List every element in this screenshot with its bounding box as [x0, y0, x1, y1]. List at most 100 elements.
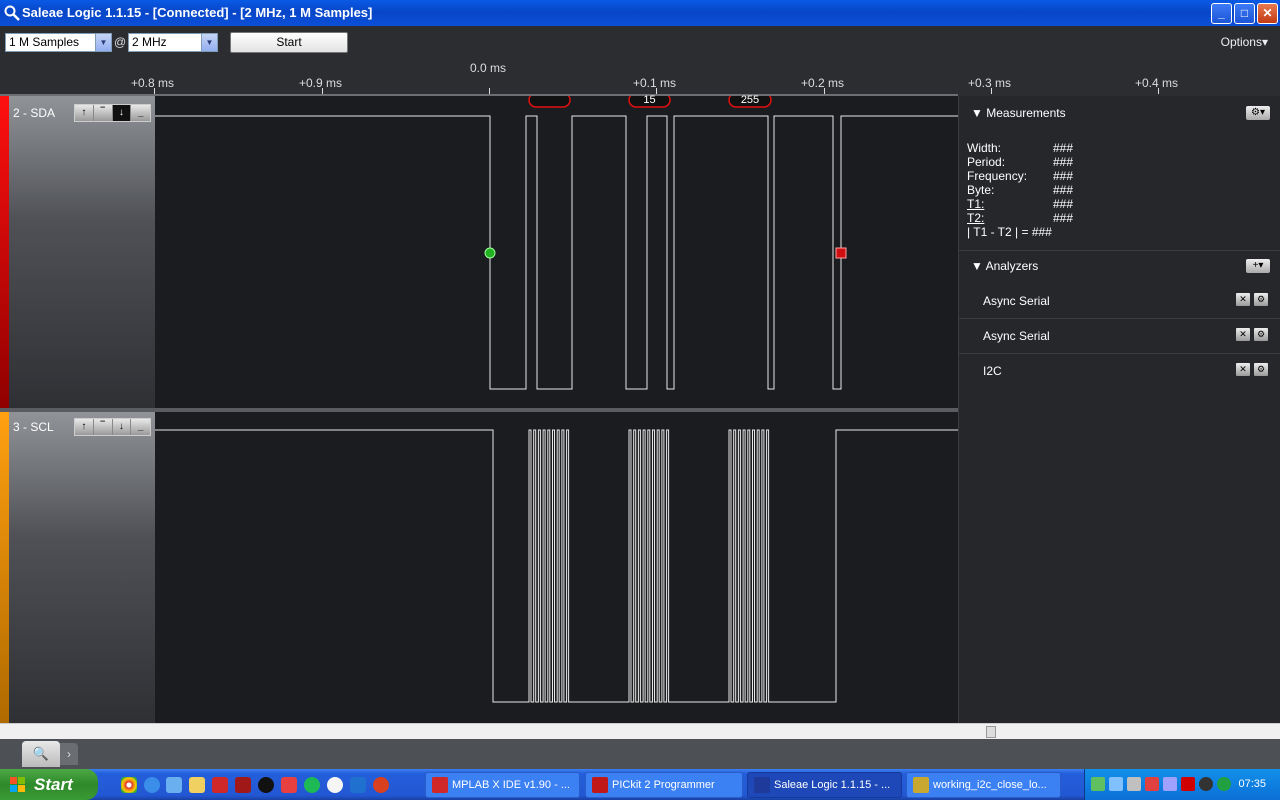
- timing-marker-t2-link[interactable]: T2:: [967, 211, 984, 225]
- app-icon[interactable]: [281, 777, 297, 793]
- measurement-label: Frequency:: [967, 169, 1028, 183]
- tray-icon[interactable]: [1217, 777, 1231, 791]
- minimize-button[interactable]: _: [1211, 3, 1232, 24]
- taskbar-item-label: Saleae Logic 1.1.15 - ...: [774, 779, 891, 791]
- mplab-icon[interactable]: [212, 777, 228, 793]
- rate-select[interactable]: 2 MHz ▼: [128, 33, 218, 52]
- chevron-down-icon: ▼: [95, 34, 111, 51]
- measurement-value: ###: [1053, 169, 1074, 183]
- channel-scl-header[interactable]: 3 - SCL ↑ ‾ ↓ _: [0, 412, 155, 723]
- analyzer-name: I2C: [983, 364, 1002, 378]
- scl-trace: [155, 429, 958, 703]
- measurements-gear-icon[interactable]: ⚙▾: [1246, 106, 1270, 120]
- taskbar-item-label: PICkit 2 Programmer: [612, 779, 715, 791]
- font-app-icon[interactable]: [350, 777, 366, 793]
- analyzer-item[interactable]: I2C ✕ ⚙: [959, 354, 1280, 389]
- saleae-icon[interactable]: [258, 777, 274, 793]
- measurement-row: Frequency: ###: [967, 169, 1073, 183]
- analyzer-item[interactable]: Async Serial ✕ ⚙: [959, 319, 1280, 354]
- start-button[interactable]: Start: [230, 32, 348, 53]
- rising-edge-trigger-icon[interactable]: ↑: [75, 419, 94, 435]
- trigger-buttons: ↑ ‾ ↓ _: [74, 104, 151, 122]
- tray-icon[interactable]: [1109, 777, 1123, 791]
- low-level-trigger-icon[interactable]: _: [131, 105, 150, 121]
- taskbar-item[interactable]: MPLAB X IDE v1.90 - ...: [425, 772, 580, 798]
- tray-icon[interactable]: [1091, 777, 1105, 791]
- samples-select-value: 1 M Samples: [9, 35, 80, 49]
- more-tabs-chevron-icon[interactable]: ›: [60, 743, 78, 765]
- start-button[interactable]: Start: [0, 769, 98, 800]
- network-icon[interactable]: [1127, 777, 1141, 791]
- mplab-icon: [432, 777, 448, 793]
- channel-sda-label: 2 - SDA: [13, 106, 56, 120]
- search-icon: 🔍: [32, 746, 50, 761]
- measurement-row: T2: ###: [967, 211, 1073, 225]
- chrome-icon[interactable]: [121, 777, 137, 793]
- analyzer-settings-gear-icon[interactable]: ⚙: [1254, 328, 1268, 341]
- scrollbar-thumb[interactable]: [986, 726, 996, 738]
- maximize-button[interactable]: □: [1234, 3, 1255, 24]
- taskbar-item[interactable]: Saleae Logic 1.1.15 - ...: [747, 772, 902, 798]
- analyzer-item[interactable]: Async Serial ✕ ⚙: [959, 284, 1280, 319]
- taskbar-item[interactable]: working_i2c_close_lo...: [906, 772, 1061, 798]
- toolbar: 1 M Samples ▼ @ 2 MHz ▼ Start Options▾ +…: [0, 26, 1280, 96]
- analyzers-header[interactable]: ▼ Analyzers: [971, 259, 1038, 273]
- options-menu[interactable]: Options▾: [1221, 35, 1268, 49]
- horizontal-scrollbar[interactable]: [0, 723, 1280, 739]
- falling-edge-trigger-icon[interactable]: ↓: [112, 105, 132, 121]
- ruler-tick: +0.8 ms: [131, 76, 175, 90]
- start-label: Start: [34, 775, 73, 794]
- remove-analyzer-icon[interactable]: ✕: [1236, 363, 1250, 376]
- analyzer-settings-gear-icon[interactable]: ⚙: [1254, 363, 1268, 376]
- taskbar: Start MPLAB X IDE v1.90 - ... PICkit 2 P…: [0, 769, 1280, 800]
- volume-icon[interactable]: [1163, 777, 1177, 791]
- saleae-magnifier-icon: [4, 5, 20, 21]
- channel-sda-header[interactable]: 2 - SDA ↑ ‾ ↓ _: [0, 96, 155, 408]
- remove-analyzer-icon[interactable]: ✕: [1236, 293, 1250, 306]
- high-level-trigger-icon[interactable]: ‾: [93, 419, 113, 435]
- channel-scl-plot[interactable]: [155, 412, 958, 723]
- measurement-value: ###: [1053, 197, 1074, 211]
- sda-waveform: [155, 92, 958, 390]
- scl-waveform: [155, 429, 958, 703]
- title-bar: Saleae Logic 1.1.15 - [Connected] - [2 M…: [0, 0, 1280, 26]
- taskbar-item[interactable]: PICkit 2 Programmer: [585, 772, 743, 798]
- channel-color-strip: [0, 96, 9, 408]
- windows-explorer-icon[interactable]: [166, 777, 182, 793]
- pickit-icon[interactable]: [235, 777, 251, 793]
- falling-edge-trigger-icon[interactable]: ↓: [112, 419, 132, 435]
- app-icon[interactable]: [373, 777, 389, 793]
- low-level-trigger-icon[interactable]: _: [131, 419, 150, 435]
- pickit-icon: [592, 777, 608, 793]
- analyzer-settings-gear-icon[interactable]: ⚙: [1254, 293, 1268, 306]
- measurement-row: | T1 - T2 | = ###: [967, 225, 1052, 239]
- rising-edge-trigger-icon[interactable]: ↑: [75, 105, 94, 121]
- decode-bubble[interactable]: 255: [729, 94, 771, 106]
- measurement-value: ###: [1053, 211, 1074, 225]
- trigger-buttons: ↑ ‾ ↓ _: [74, 418, 151, 436]
- add-analyzer-icon[interactable]: +▾: [1246, 259, 1270, 273]
- at-label: @: [114, 35, 127, 49]
- channel-sda-plot[interactable]: 15 255: [155, 92, 958, 408]
- measurement-value: ###: [1053, 155, 1074, 169]
- remove-analyzer-icon[interactable]: ✕: [1236, 328, 1250, 341]
- internet-explorer-icon[interactable]: [144, 777, 160, 793]
- samples-select[interactable]: 1 M Samples ▼: [5, 33, 112, 52]
- high-level-trigger-icon[interactable]: ‾: [93, 105, 113, 121]
- spotify-icon[interactable]: [304, 777, 320, 793]
- measurement-label: Width:: [967, 141, 1002, 155]
- decode-bubble[interactable]: 15: [629, 94, 670, 106]
- ruler-tick: +0.1 ms: [633, 76, 677, 90]
- ati-icon[interactable]: [1181, 777, 1195, 791]
- tray-icon[interactable]: [1145, 777, 1159, 791]
- folder-icon[interactable]: [189, 777, 205, 793]
- timing-marker-t1-link[interactable]: T1:: [967, 197, 984, 211]
- tray-icon[interactable]: [1199, 777, 1213, 791]
- measurements-header[interactable]: ▼ Measurements: [971, 106, 1066, 120]
- windows-flag-icon: [10, 777, 25, 792]
- close-button[interactable]: ✕: [1257, 3, 1278, 24]
- taskbar-item-label: working_i2c_close_lo...: [933, 779, 1047, 791]
- media-player-icon[interactable]: [327, 777, 343, 793]
- tick-mark: [1158, 88, 1159, 94]
- search-tab[interactable]: 🔍: [22, 741, 60, 767]
